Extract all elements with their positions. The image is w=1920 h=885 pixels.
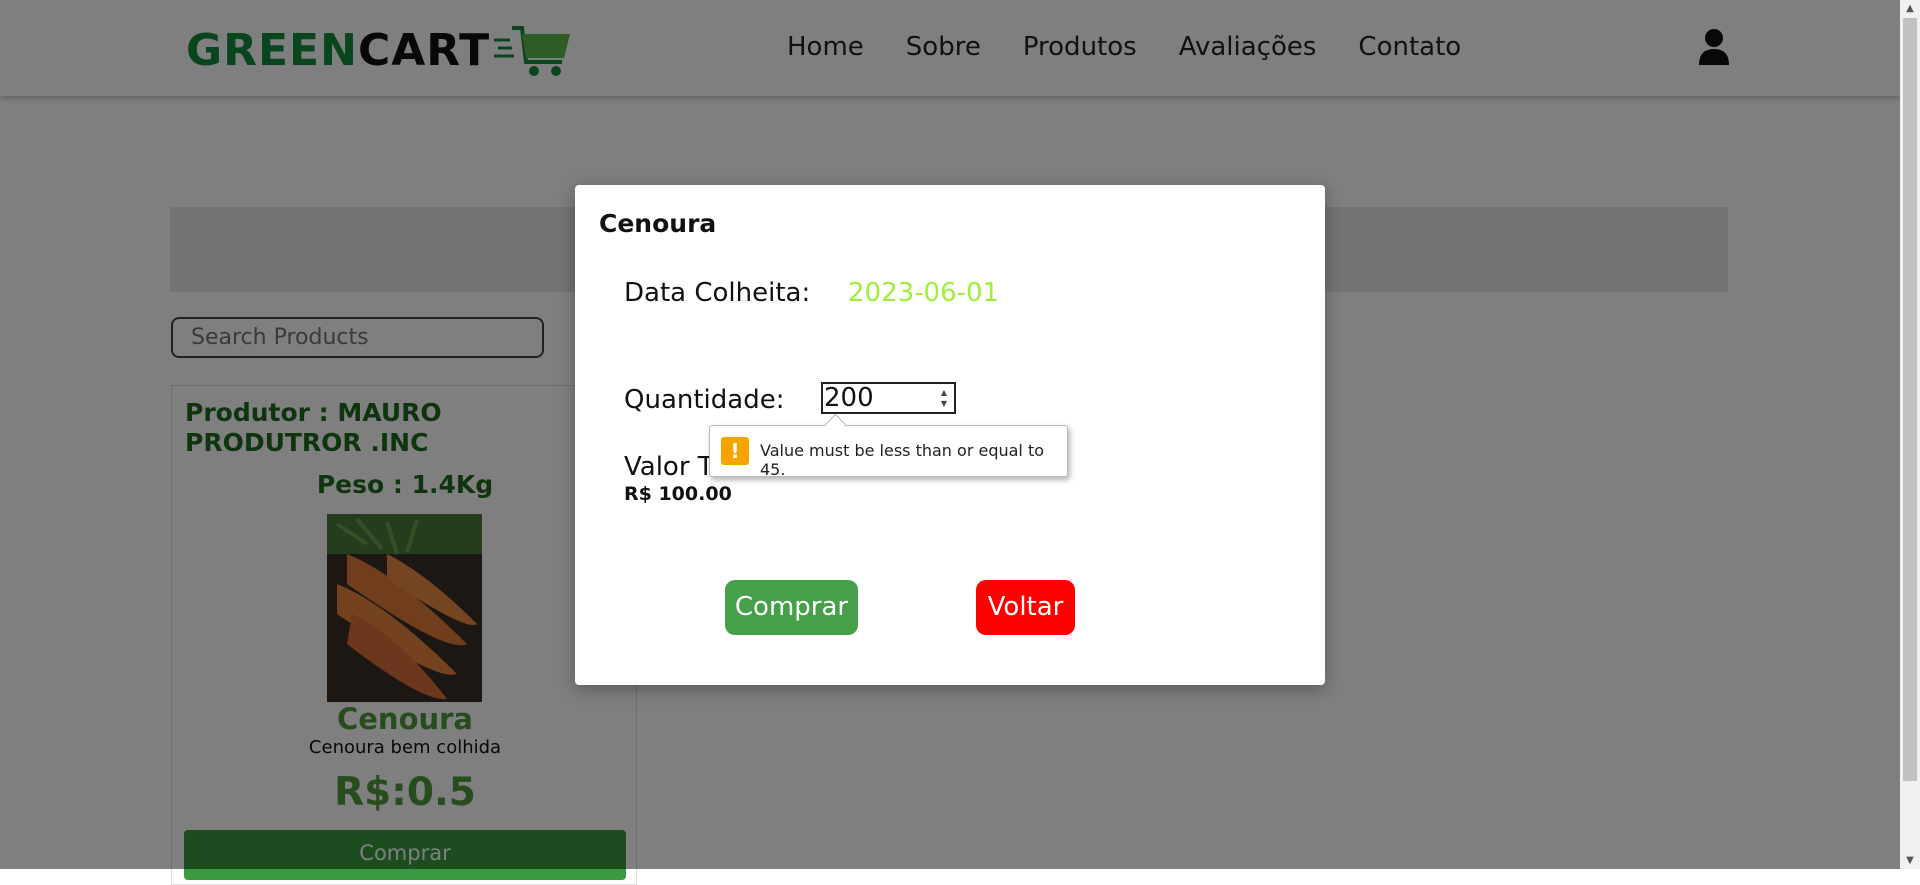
- page-scrollbar[interactable]: ▲ ▼: [1900, 0, 1920, 869]
- quantity-spinner-icon[interactable]: ▲ ▼: [938, 387, 950, 409]
- scroll-up-arrow-icon[interactable]: ▲: [1900, 0, 1920, 17]
- back-button[interactable]: Voltar: [976, 580, 1075, 635]
- buy-button[interactable]: Comprar: [725, 580, 858, 635]
- quantity-input[interactable]: 200 ▲ ▼: [821, 382, 956, 414]
- scrollbar-thumb[interactable]: [1903, 18, 1917, 781]
- quantity-value: 200: [824, 383, 874, 413]
- total-value: R$ 100.00: [624, 483, 732, 505]
- warning-icon: !: [721, 437, 749, 465]
- validation-message: Value must be less than or equal to 45.: [760, 441, 1045, 479]
- validation-tooltip: ! Value must be less than or equal to 45…: [709, 413, 1068, 479]
- total-label: Valor T: [624, 452, 714, 482]
- quantity-label: Quantidade:: [624, 385, 785, 415]
- harvest-date-label: Data Colheita:: [624, 278, 811, 308]
- harvest-date-value: 2023-06-01: [848, 278, 1000, 308]
- modal-title: Cenoura: [599, 209, 717, 238]
- scroll-down-arrow-icon[interactable]: ▼: [1900, 852, 1920, 869]
